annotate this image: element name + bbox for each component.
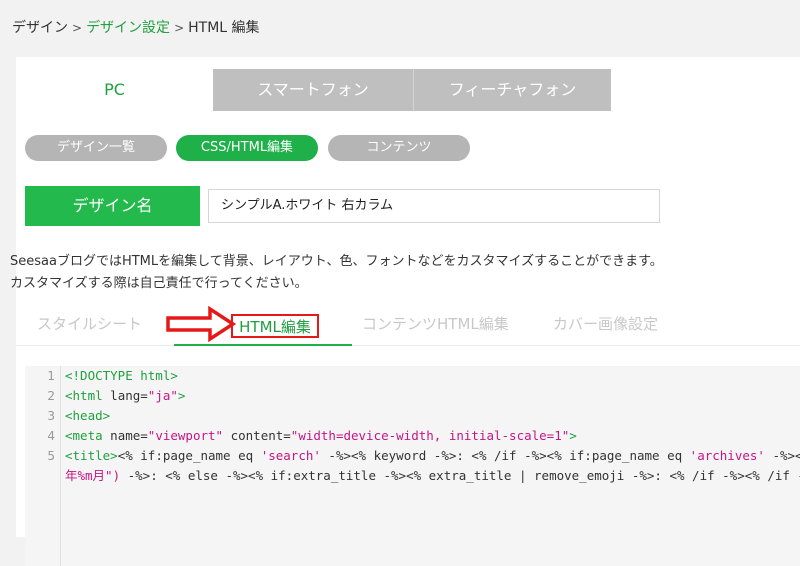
css-html-edit-button[interactable]: CSS/HTML編集 [176,135,318,161]
code-line: 年%m月") -%>: <% else -%><% if:extra_title… [25,466,800,486]
code-token: "viewport" [147,428,224,443]
design-name-row: デザイン名 シンプルA.ホワイト 右カラム [25,186,800,226]
design-list-button[interactable]: デザイン一覧 [25,135,167,161]
line-number: 3 [47,409,55,423]
tab-pc[interactable]: PC [16,69,213,111]
contents-button[interactable]: コンテンツ [328,135,470,161]
breadcrumb-separator: > [174,21,185,35]
code-token: <head> [65,408,111,423]
html-code-editor[interactable]: 1 <!DOCTYPE html> 2 <html lang="ja"> 3 <… [25,366,800,566]
code-token: <!DOCTYPE html> [65,368,178,383]
code-token: 'search' [260,448,321,463]
code-token: <html [65,388,103,403]
breadcrumb-separator: > [72,21,83,35]
code-token: content= [223,428,291,443]
tab-content-html-edit[interactable]: コンテンツHTML編集 [362,313,509,334]
code-token: "ja" [147,388,178,403]
code-token: <meta [65,428,103,443]
code-token: lang= [102,388,148,403]
line-number: 5 [47,449,55,463]
tab-cover-image[interactable]: カバー画像設定 [553,313,658,334]
tab-stylesheet[interactable]: スタイルシート [37,313,142,334]
breadcrumb-html-edit: HTML 編集 [188,20,260,36]
description-line-2: カスタマイズする際は自己責任で行ってください。 [10,276,308,291]
code-line: 5 <title><% if:page_name eq 'search' -%>… [25,446,800,466]
description-line-1: SeesaaブログではHTMLを編集して背景、レイアウト、色、フォントなどをカス… [10,254,663,269]
line-number: 1 [47,369,55,383]
code-token: <% if:page_name eq [117,448,261,463]
code-line: 1 <!DOCTYPE html> [25,366,800,386]
breadcrumb: デザイン > デザイン設定 > HTML 編集 [12,17,260,37]
active-tab-underline [174,344,352,346]
code-token: -%><% keyword -%>: <% /if -%><% if:page_… [320,448,690,463]
description: SeesaaブログではHTMLを編集して背景、レイアウト、色、フォントなどをカス… [10,251,800,295]
line-number: 2 [47,389,55,403]
code-token: -%>: <% else -%><% if:extra_title -%><% … [120,468,800,483]
design-name-label: デザイン名 [25,186,200,226]
code-token: > [569,428,577,443]
breadcrumb-design[interactable]: デザイン [12,20,68,36]
sub-tabs-divider [16,345,800,346]
code-token: 年%m月") [65,468,121,483]
code-token: "width=device-width, initial-scale=1" [290,428,570,443]
code-line: 3 <head> [25,406,800,426]
device-tabs: PC スマートフォン フィーチャフォン [16,69,800,111]
tab-smartphone[interactable]: スマートフォン [213,69,414,111]
code-line: 2 <html lang="ja"> [25,386,800,406]
main-panel: PC スマートフォン フィーチャフォン デザイン一覧 CSS/HTML編集 コン… [10,57,800,566]
edit-sub-tabs: スタイルシート HTML編集 コンテンツHTML編集 カバー画像設定 [16,307,800,347]
red-arrow-icon [166,306,236,342]
design-name-field[interactable]: シンプルA.ホワイト 右カラム [208,189,660,223]
code-token: 'archives' [689,448,765,463]
breadcrumb-design-settings[interactable]: デザイン設定 [86,20,170,36]
tab-featurephone[interactable]: フィーチャフォン [414,69,611,111]
code-token: -%>< [764,448,800,463]
line-number: 4 [47,429,55,443]
tab-html-edit[interactable]: HTML編集 [231,314,319,338]
code-token: <title> [65,448,118,463]
code-token: name= [102,428,148,443]
code-token: > [177,388,186,403]
code-line: 4 <meta name="viewport" content="width=d… [25,426,800,446]
